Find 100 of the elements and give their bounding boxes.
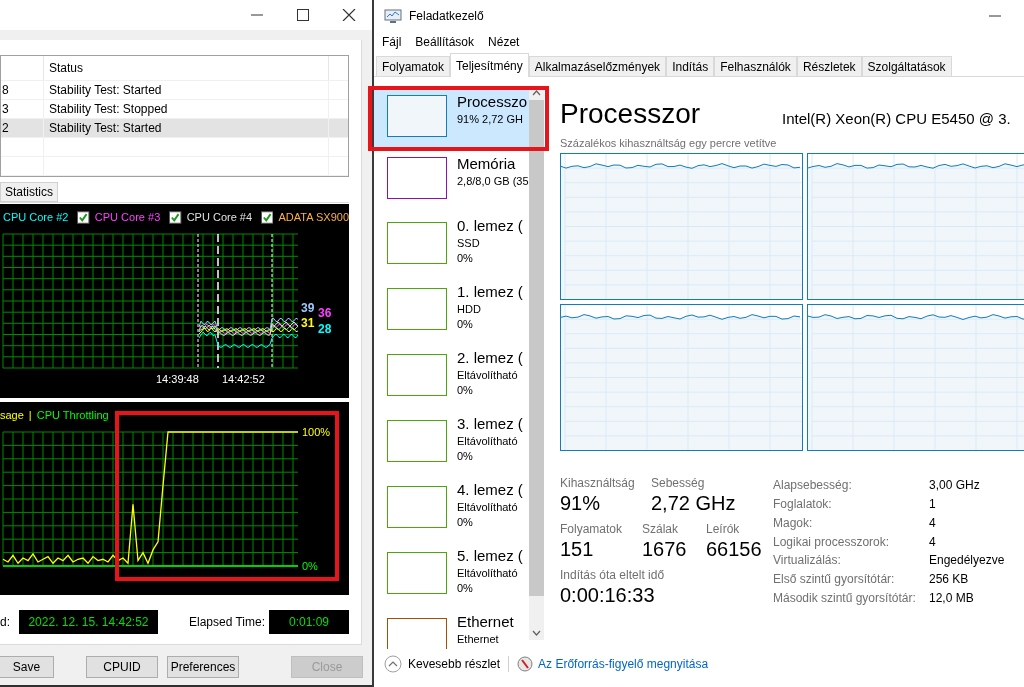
value-label: 31 — [301, 317, 315, 329]
stat-label: Szálak — [642, 522, 680, 536]
table-cell-text: Stability Test: Started — [49, 120, 162, 137]
detail-value: Engedélyezve — [929, 552, 1005, 570]
link[interactable]: Az Erőforrás-figyelő megnyitása — [538, 655, 709, 673]
menu-item[interactable]: Nézet — [481, 33, 527, 51]
window-title: Feladatkezelő — [409, 8, 484, 25]
item-detail: 0% — [457, 581, 474, 596]
menu-item[interactable]: Beállítások — [408, 33, 482, 51]
item-title: Ethernet — [457, 612, 514, 632]
legend-label: CPU Throttling — [36, 407, 109, 423]
close-icon[interactable] — [342, 9, 356, 21]
legend-label: CPU Core #2 — [3, 209, 69, 225]
value-label: 28 — [318, 323, 332, 335]
detail-value: 256 KB — [929, 571, 970, 589]
detail-label: Logikai processzorok: — [773, 533, 891, 551]
detail-label: Foglalatok: — [773, 495, 833, 513]
stat-value: 66156 — [706, 537, 763, 562]
item-detail: HDD — [457, 302, 482, 317]
axis-label: 0% — [302, 561, 318, 572]
value-label: 39 — [301, 302, 315, 314]
item-title: Processzo — [457, 92, 528, 112]
tab[interactable]: Szolgáltatások — [861, 56, 952, 76]
detail-value: 4 — [929, 533, 937, 551]
legend-label: CPU Core #3 — [94, 209, 161, 225]
item-detail: 0% — [457, 317, 474, 332]
table-row[interactable]: 8 Stability Test: Started — [1, 81, 348, 100]
stat-value: 151 — [560, 537, 595, 562]
detail-label: Első szintű gyorsítótár: — [773, 571, 896, 589]
checkbox[interactable] — [77, 210, 90, 224]
item-detail: 0% — [457, 449, 474, 464]
button[interactable]: Save — [0, 656, 54, 678]
stat-label: Leírók — [706, 522, 741, 536]
gauge-icon[interactable] — [517, 656, 534, 672]
table-cell-text: Stability Test: Stopped — [49, 101, 168, 118]
item-detail: 0% — [457, 515, 474, 530]
collapse-icon[interactable] — [384, 655, 402, 673]
graph-caption: Százalékos kihasználtság egy percre vetítve — [560, 136, 778, 150]
legend-separator: | — [28, 407, 32, 423]
time-display: 0:01:09 — [269, 610, 349, 634]
item-detail: Ethernet — [457, 632, 500, 647]
item-title: 3. lemez ( — [457, 414, 523, 434]
legend-label: CPU Core #4 — [186, 209, 253, 225]
cpu-name: Intel(R) Xeon(R) CPU E5450 @ 3. — [782, 109, 1011, 129]
field-label: d: — [0, 614, 11, 631]
column-header[interactable]: Status — [49, 59, 84, 77]
item-detail: 0% — [457, 251, 474, 266]
table-cell-text: Stability Test: Started — [49, 82, 162, 99]
detail-label: Alapsebesség: — [773, 477, 853, 494]
field-label: Elapsed Time: — [189, 614, 267, 631]
item-detail: 91% 2,72 GH — [457, 112, 525, 127]
stat-value: 1676 — [642, 537, 688, 562]
detail-label: Virtualizálás: — [773, 552, 842, 570]
tab[interactable]: Indítás — [666, 56, 715, 76]
tab[interactable]: Részletek — [796, 56, 862, 76]
value-label: 36 — [318, 307, 332, 319]
detail-label: Második szintű gyorsítótár: — [773, 590, 917, 608]
date-display: 2022. 12. 15. 14:42:52 — [19, 610, 158, 634]
checkbox[interactable] — [261, 210, 274, 224]
details-toggle[interactable]: Kevesebb részlet — [408, 655, 501, 673]
table-row[interactable]: 2 Stability Test: Started — [1, 119, 348, 138]
item-title: 0. lemez ( — [457, 216, 523, 236]
section-heading: Processzor — [560, 97, 702, 131]
stat-label: Indítás óta eltelt idő — [560, 568, 666, 582]
detail-value: 12,0 MB — [929, 590, 975, 608]
stat-label: Kihasználtság — [560, 476, 636, 490]
app-icon — [384, 8, 402, 24]
item-title: 1. lemez ( — [457, 282, 523, 302]
detail-value: 4 — [929, 514, 937, 532]
stat-label: Sebesség — [651, 476, 706, 490]
time-label: 14:39:48 — [156, 374, 199, 385]
item-title: 5. lemez ( — [457, 546, 523, 566]
item-detail: Eltávolítható — [457, 368, 519, 383]
tab[interactable]: Alkalmazáselőzmények — [528, 56, 667, 76]
menu-item[interactable]: Fájl — [375, 33, 409, 51]
axis-label: 100% — [302, 427, 331, 438]
time-label: 14:42:52 — [222, 374, 265, 385]
button[interactable]: CPUID — [86, 656, 158, 678]
checkbox[interactable] — [169, 210, 182, 224]
button[interactable]: Preferences — [167, 656, 239, 678]
maximize-icon[interactable] — [296, 9, 310, 21]
detail-value: 1 — [929, 495, 937, 513]
stat-value: 2,72 GHz — [651, 491, 737, 516]
legend-label: sage — [0, 407, 24, 423]
item-detail: 2,8/8,0 GB (35 — [457, 174, 529, 189]
table-cell-text: 2 — [2, 120, 9, 137]
tab[interactable]: Felhasználók — [714, 56, 797, 76]
table-cell-text: 8 — [2, 82, 9, 99]
item-detail: Eltávolítható — [457, 434, 519, 449]
item-detail: SSD — [457, 236, 481, 251]
item-title: 4. lemez ( — [457, 480, 523, 500]
item-title: 2. lemez ( — [457, 348, 523, 368]
table-row[interactable]: 3 Stability Test: Stopped — [1, 100, 348, 119]
item-detail: Eltávolítható — [457, 566, 519, 581]
tab[interactable]: Folyamatok — [376, 56, 451, 76]
tab[interactable]: Statistics — [0, 182, 58, 202]
tab[interactable]: Teljesítmény — [450, 53, 529, 77]
detail-label: Magok: — [773, 514, 814, 532]
item-detail: Eltávolítható — [457, 500, 519, 515]
stat-value: 91% — [560, 491, 602, 516]
